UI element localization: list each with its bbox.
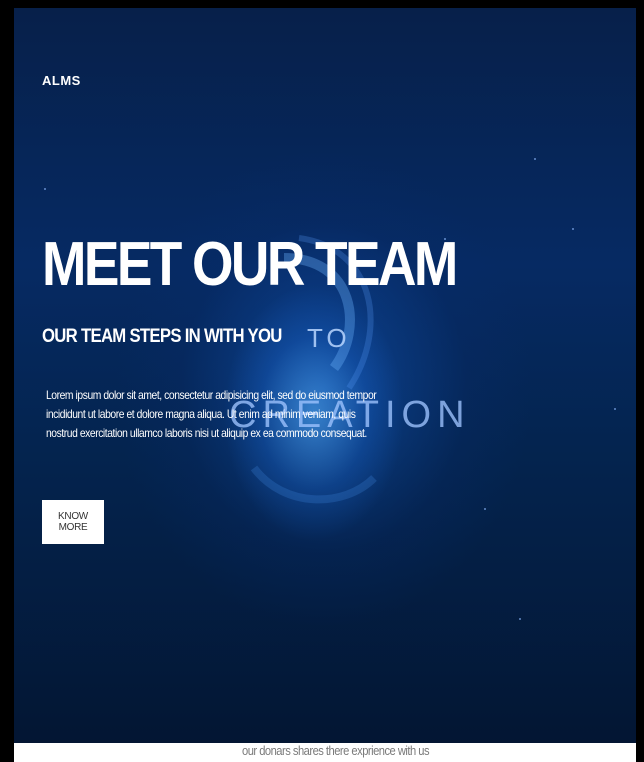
- testimonials-section-top: our donars shares there exprience with u…: [14, 743, 636, 762]
- star-decoration: [534, 158, 536, 160]
- star-decoration: [44, 188, 46, 190]
- hero-background-word-to: TO: [307, 323, 351, 353]
- brand-logo[interactable]: ALMS: [42, 73, 81, 88]
- hero-subtitle: OUR TEAM STEPS IN WITH YOU: [42, 326, 282, 347]
- star-decoration: [484, 508, 486, 510]
- star-decoration: [572, 228, 574, 230]
- hero-background-swirl: [250, 235, 377, 504]
- star-decoration: [614, 408, 616, 410]
- testimonials-caption: our donars shares there exprience with u…: [242, 743, 430, 758]
- hero-section: ALMS TO CREATION MEET OUR TEAM OUR TEAM …: [14, 8, 636, 743]
- hero-description: Lorem ipsum dolor sit amet, consectetur …: [46, 388, 377, 440]
- star-decoration: [519, 618, 521, 620]
- hero-title: MEET OUR TEAM: [42, 230, 458, 299]
- know-more-button[interactable]: KNOW MORE: [42, 500, 104, 544]
